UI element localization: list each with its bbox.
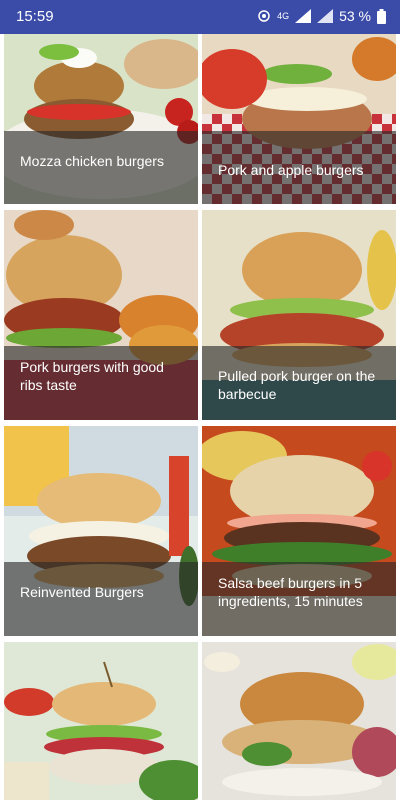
battery-icon <box>377 8 386 24</box>
status-time: 15:59 <box>16 8 54 25</box>
recipe-title: Salsa beef burgers in 5 ingredients, 15 … <box>218 575 363 609</box>
status-bar: 15:59 4G 53 % <box>0 0 400 34</box>
recipe-card-1[interactable]: Mozza chicken burgers <box>4 34 198 204</box>
recipe-grid: Mozza chicken burgers Pork and apple bur… <box>0 34 400 800</box>
recipe-card-7[interactable] <box>4 642 198 800</box>
signal-icon-2 <box>317 9 334 23</box>
recipe-title: Pulled pork burger on the barbecue <box>218 368 376 402</box>
recipe-card-6[interactable]: Salsa beef burgers in 5 ingredients, 15 … <box>202 426 396 636</box>
recipe-card-4[interactable]: Pulled pork burger on the barbecue <box>202 210 396 420</box>
recipe-card-5[interactable]: Reinvented Burgers <box>4 426 198 636</box>
network-type: 4G <box>277 11 290 21</box>
recipe-title: Mozza chicken burgers <box>20 153 164 169</box>
status-icons: 4G 53 % <box>257 8 386 24</box>
recipe-title: Pork burgers with good ribs taste <box>20 359 164 393</box>
recipe-card-2[interactable]: Pork and apple burgers <box>202 34 396 204</box>
hotspot-icon <box>258 10 270 22</box>
recipe-card-3[interactable]: Pork burgers with good ribs taste <box>4 210 198 420</box>
recipe-image <box>202 642 396 800</box>
recipe-card-8[interactable] <box>202 642 396 800</box>
signal-icon <box>295 9 312 23</box>
recipe-title: Pork and apple burgers <box>218 162 364 178</box>
recipe-image <box>4 642 198 800</box>
recipe-title: Reinvented Burgers <box>20 584 144 600</box>
battery-text: 53 % <box>339 8 371 24</box>
